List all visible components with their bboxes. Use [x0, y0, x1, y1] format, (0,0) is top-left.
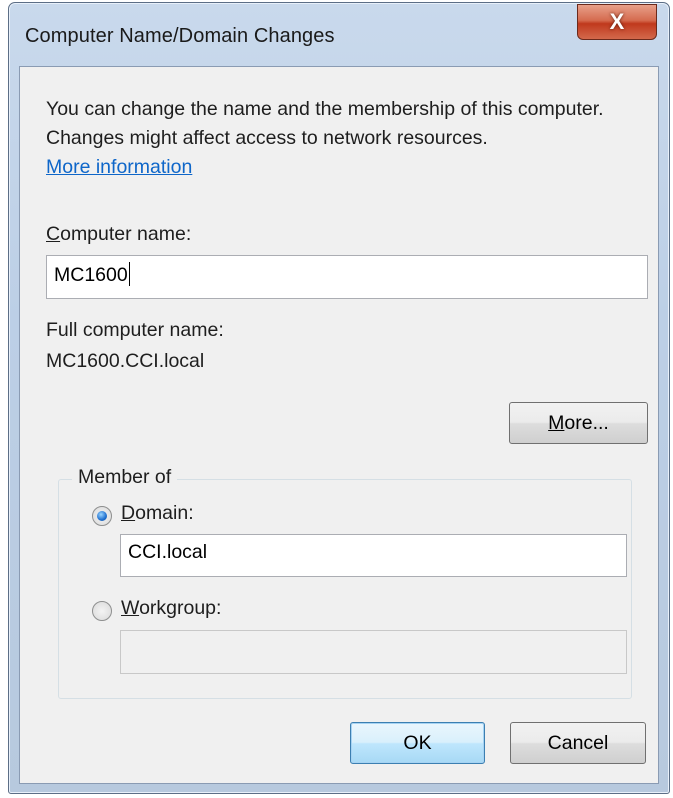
domain-input[interactable]: CCI.local — [120, 534, 627, 577]
close-button[interactable]: X — [577, 4, 657, 40]
workgroup-radio[interactable] — [92, 601, 112, 621]
close-icon: X — [609, 9, 625, 34]
computer-name-input[interactable]: MC1600 — [46, 255, 648, 299]
intro-text: You can change the name and the membersh… — [46, 95, 646, 182]
full-computer-name-label: Full computer name: — [46, 319, 224, 341]
more-button[interactable]: More... — [509, 402, 648, 444]
domain-radio[interactable] — [92, 506, 112, 526]
window-title: Computer Name/Domain Changes — [25, 25, 335, 47]
ok-button[interactable]: OK — [350, 722, 485, 764]
text-caret — [128, 262, 130, 286]
intro-description: You can change the name and the membersh… — [46, 98, 604, 149]
cancel-button[interactable]: Cancel — [510, 722, 646, 764]
dialog-body: You can change the name and the membersh… — [19, 66, 659, 784]
full-computer-name-value: MC1600.CCI.local — [46, 350, 205, 372]
computer-name-label: Computer name: — [46, 223, 192, 245]
workgroup-label[interactable]: Workgroup: — [121, 597, 221, 620]
member-of-legend: Member of — [72, 466, 178, 489]
dialog-window: Computer Name/Domain Changes X You can c… — [8, 2, 670, 794]
more-information-link[interactable]: More information — [46, 156, 192, 178]
title-bar[interactable]: Computer Name/Domain Changes X — [9, 3, 669, 65]
domain-label[interactable]: Domain: — [121, 502, 194, 525]
workgroup-input[interactable] — [120, 630, 627, 674]
